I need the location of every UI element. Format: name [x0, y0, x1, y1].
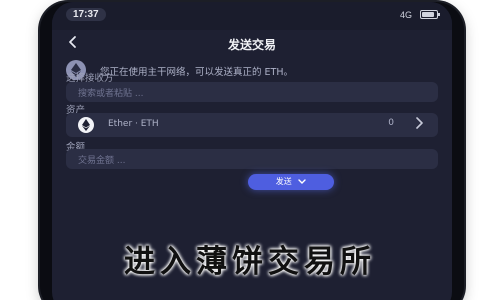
nav-bar: 发送交易: [52, 30, 452, 58]
battery-icon: [420, 10, 440, 19]
ether-icon: [78, 117, 94, 133]
status-time: 17:37: [66, 8, 106, 21]
send-button-label: 发送: [275, 177, 292, 186]
recipient-input[interactable]: 搜索或者粘贴 ...: [66, 82, 438, 102]
screenshot-stage: 17:37 4G 发送交易 您正在使用主干网络，可以发送真正的 ETH。 选择接…: [0, 0, 500, 300]
page-title: 发送交易: [227, 38, 276, 52]
amount-input[interactable]: 交易金额 ...: [66, 149, 438, 169]
chevron-down-icon: [298, 178, 306, 184]
amount-placeholder: 交易金额 ...: [78, 156, 126, 166]
send-button[interactable]: 发送: [248, 174, 334, 190]
chevron-right-icon: [414, 116, 424, 134]
network-indicator: 4G: [399, 10, 412, 20]
asset-selector[interactable]: Ether · ETH 0: [66, 113, 438, 137]
recipient-placeholder: 搜索或者粘贴 ...: [78, 89, 144, 99]
network-notice: 您正在使用主干网络，可以发送真正的 ETH。: [66, 60, 438, 82]
asset-name: Ether · ETH: [108, 119, 159, 129]
status-bar: 17:37 4G: [52, 2, 452, 30]
notice-text: 您正在使用主干网络，可以发送真正的 ETH。: [100, 67, 293, 78]
overlay-banner-text: 进入薄饼交易所: [124, 244, 376, 280]
asset-balance: 0: [388, 118, 394, 128]
